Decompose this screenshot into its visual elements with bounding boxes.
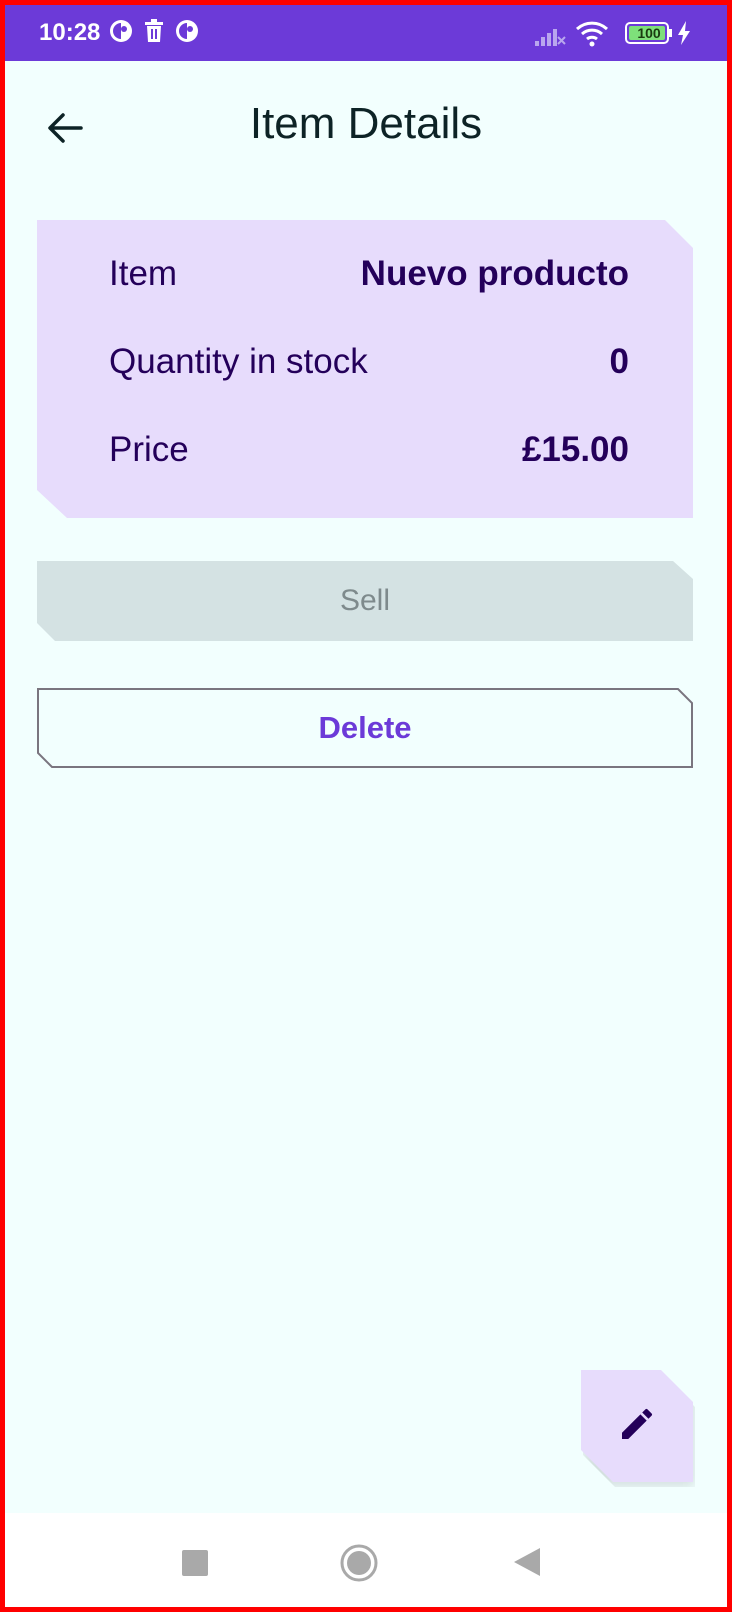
item-name-label: Item — [109, 254, 178, 293]
status-time: 10:28 — [39, 19, 101, 46]
battery-level: 100 — [637, 25, 661, 41]
charging-icon — [677, 21, 691, 50]
quantity-row: Quantity in stock 0 — [109, 340, 629, 384]
quantity-label: Quantity in stock — [109, 342, 368, 381]
item-name-row: Item Nuevo producto — [109, 252, 629, 296]
price-label: Price — [109, 430, 189, 469]
signal-off-icon — [535, 25, 567, 52]
status-bar: 10:28 100 — [5, 5, 727, 61]
edit-pencil-icon — [617, 1404, 657, 1449]
price-value: £15.00 — [521, 430, 629, 469]
item-details-card: Item Nuevo producto Quantity in stock 0 … — [37, 220, 693, 518]
delete-button-label: Delete — [318, 710, 412, 745]
wifi-icon — [575, 21, 609, 52]
edit-fab[interactable] — [581, 1370, 693, 1482]
app-notification-icon — [109, 19, 133, 48]
delete-button[interactable]: Delete — [37, 688, 693, 768]
page-title: Item Details — [249, 99, 483, 148]
trash-icon — [143, 19, 165, 48]
price-row: Price £15.00 — [109, 428, 629, 472]
quantity-value: 0 — [609, 342, 629, 381]
sell-button[interactable]: Sell — [37, 561, 693, 641]
item-name-value: Nuevo producto — [360, 254, 629, 293]
app-screen: 10:28 100 Item Details Item Nuevo produc… — [5, 5, 727, 1607]
home-circle-icon[interactable] — [340, 1544, 378, 1587]
back-triangle-icon[interactable] — [514, 1548, 540, 1581]
app-notification-icon — [175, 19, 199, 48]
recents-square-icon[interactable] — [182, 1550, 208, 1581]
system-nav-bar — [5, 1513, 727, 1607]
